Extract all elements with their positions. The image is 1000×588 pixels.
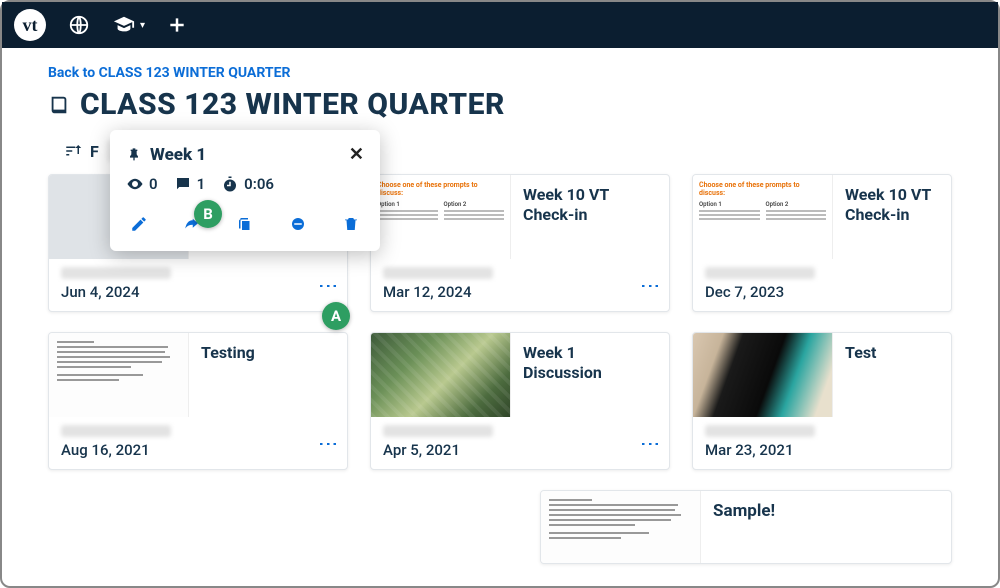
chevron-down-icon: ▾ [140, 20, 145, 31]
duration-value: 0:06 [244, 175, 274, 193]
card-date: Dec 7, 2023 [705, 283, 815, 301]
page-title: CLASS 123 WINTER QUARTER [80, 87, 505, 122]
prompt-header: Choose one of these prompts to discuss: [699, 181, 826, 197]
topic-card[interactable]: Test Mar 23, 2021 [692, 332, 952, 470]
more-menu-icon[interactable]: ⋮ [323, 276, 335, 301]
topic-card[interactable]: Sample! [540, 490, 952, 564]
edit-icon[interactable] [130, 215, 148, 233]
card-title: Test [833, 333, 951, 417]
views-count: 0 [149, 175, 158, 193]
author-placeholder [61, 425, 171, 437]
card-date: Mar 12, 2024 [383, 283, 493, 301]
more-menu-icon[interactable]: ⋮ [645, 276, 657, 301]
card-date: Apr 5, 2021 [383, 441, 493, 459]
card-title: Week 1 Discussion [511, 333, 669, 417]
card-title: Sample! [701, 491, 951, 563]
more-menu-icon[interactable]: ⋮ [645, 434, 657, 459]
copy-icon[interactable] [236, 215, 254, 233]
stopwatch-icon [221, 175, 239, 193]
trash-icon[interactable] [342, 215, 360, 233]
popover-stats: 0 1 0:06 [126, 175, 364, 193]
card-thumbnail [541, 491, 701, 563]
card-thumbnail [371, 333, 511, 417]
callout-badge-a: A [322, 302, 350, 330]
top-bar: vt ▾ [2, 2, 998, 48]
author-placeholder [61, 267, 171, 279]
filter-label-prefix: F [90, 142, 99, 161]
callout-badge-b: B [194, 200, 222, 228]
author-placeholder [383, 425, 493, 437]
title-row: CLASS 123 WINTER QUARTER [48, 87, 952, 122]
topic-card[interactable]: Testing Aug 16, 2021 ⋮ [48, 332, 348, 470]
card-thumbnail: Choose one of these prompts to discuss: … [693, 175, 833, 259]
card-date: Mar 23, 2021 [705, 441, 815, 459]
more-menu-icon[interactable]: ⋮ [323, 434, 335, 459]
close-icon[interactable]: ✕ [349, 144, 364, 165]
card-title: Testing [189, 333, 347, 417]
popover-actions [126, 215, 364, 233]
topic-card[interactable]: Choose one of these prompts to discuss: … [370, 174, 670, 312]
card-date: Aug 16, 2021 [61, 441, 171, 459]
author-placeholder [705, 425, 815, 437]
topic-popover: Week 1 ✕ 0 1 0:06 [110, 130, 380, 251]
comment-icon [174, 175, 192, 193]
card-date: Jun 4, 2024 [61, 283, 171, 301]
card-title: Week 10 VT Check-in [511, 175, 669, 259]
graduation-cap-icon[interactable]: ▾ [112, 14, 145, 36]
card-thumbnail [693, 333, 833, 417]
topic-card[interactable]: Choose one of these prompts to discuss: … [692, 174, 952, 312]
app-logo[interactable]: vt [14, 9, 46, 41]
back-link[interactable]: Back to CLASS 123 WINTER QUARTER [48, 65, 290, 81]
plus-icon[interactable] [167, 15, 187, 35]
popover-title: Week 1 [150, 145, 206, 165]
pin-icon [126, 147, 142, 163]
book-icon [48, 94, 70, 116]
remove-icon[interactable] [289, 215, 307, 233]
card-title: Week 10 VT Check-in [833, 175, 951, 259]
sort-icon [64, 142, 82, 160]
page-content: Back to CLASS 123 WINTER QUARTER CLASS 1… [2, 48, 998, 564]
card-thumbnail: Choose one of these prompts to discuss: … [371, 175, 511, 259]
logo-text: vt [23, 15, 38, 36]
comments-count: 1 [197, 175, 206, 193]
prompt-header: Choose one of these prompts to discuss: [377, 181, 504, 197]
card-thumbnail [49, 333, 189, 417]
author-placeholder [705, 267, 815, 279]
eye-icon [126, 175, 144, 193]
globe-icon[interactable] [68, 14, 90, 36]
author-placeholder [383, 267, 493, 279]
topic-card[interactable]: Week 1 Discussion Apr 5, 2021 ⋮ [370, 332, 670, 470]
